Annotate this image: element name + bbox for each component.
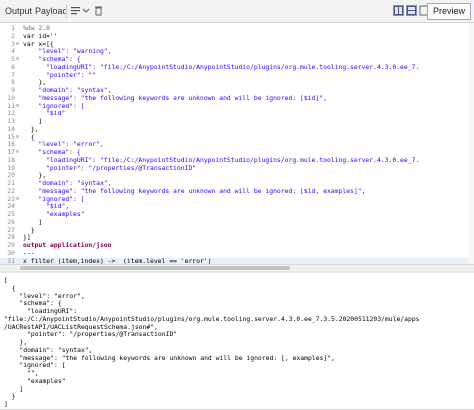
code-line[interactable]: 7 "pointer": "" (0, 71, 474, 80)
editor-vertical-scrollbar[interactable] (469, 23, 474, 264)
chevron-down-icon[interactable] (82, 5, 93, 16)
preview-button[interactable]: Preview (426, 3, 471, 20)
tab-payload[interactable]: Payload (35, 5, 68, 17)
fold-toggle-icon[interactable]: ⊖ (16, 56, 22, 64)
code-line[interactable]: 23 ⊖ "ignored": [ (0, 195, 474, 204)
code-line[interactable]: 27 } (0, 226, 474, 235)
code-line[interactable]: 12 "$id" (0, 109, 474, 118)
fold-toggle-icon[interactable]: ⊖ (16, 103, 22, 111)
output-line: "pointer": "/properties/@TransactionID" (4, 330, 178, 339)
fold-toggle-icon[interactable]: ⊖ (16, 149, 22, 157)
output-line: ] (4, 400, 8, 408)
code-token: x filter (item,index) -> (item.level == … (23, 256, 212, 264)
code-line[interactable]: 14 }, (0, 125, 474, 134)
output-preview-pane: [ { "level": "error", "schema": { "loadi… (0, 274, 474, 410)
code-line[interactable]: 19 "pointer": "/properties/@TransactionI… (0, 163, 474, 173)
code-token: output application/json (23, 241, 112, 249)
fold-toggle-icon[interactable]: ⊖ (16, 196, 22, 204)
split-vertical-icon[interactable] (406, 5, 417, 16)
delete-icon[interactable] (93, 5, 104, 16)
fold-toggle-icon[interactable]: ⊖ (16, 41, 22, 49)
code-line[interactable]: 11 ⊖ "ignored": [ (0, 102, 474, 111)
list-view-icon[interactable] (70, 5, 81, 16)
code-line[interactable]: 2 var id='' (0, 32, 474, 41)
code-text: "pointer": "/properties/@TransactionID" (23, 163, 197, 173)
code-line[interactable]: 29 output application/json (0, 241, 474, 250)
code-line[interactable]: 26 ] (0, 218, 474, 227)
code-token: "pointer": "/properties/@TransactionID" (23, 163, 197, 172)
editor-horizontal-scrollbar[interactable] (0, 264, 474, 271)
fold-toggle-icon[interactable]: ⊖ (16, 134, 22, 142)
scrollbar-thumb[interactable] (20, 266, 290, 270)
dataweave-editor[interactable]: 1 %dw 2.0 2 var id='' 3 ⊖ var x=[{4 "level": "… (0, 23, 474, 264)
code-text: output application/json (23, 241, 112, 250)
toolbar-divider (66, 4, 67, 18)
editor-toolbar: Output Payload Preview (0, 0, 474, 23)
code-line[interactable]: 25 "examples" (0, 210, 474, 219)
pane-splitter[interactable] (0, 271, 474, 273)
code-line[interactable]: 1 %dw 2.0 (0, 24, 474, 33)
tab-output[interactable]: Output (5, 5, 32, 17)
split-horizontal-icon[interactable] (393, 5, 404, 16)
code-line[interactable]: 13 ] (0, 117, 474, 126)
